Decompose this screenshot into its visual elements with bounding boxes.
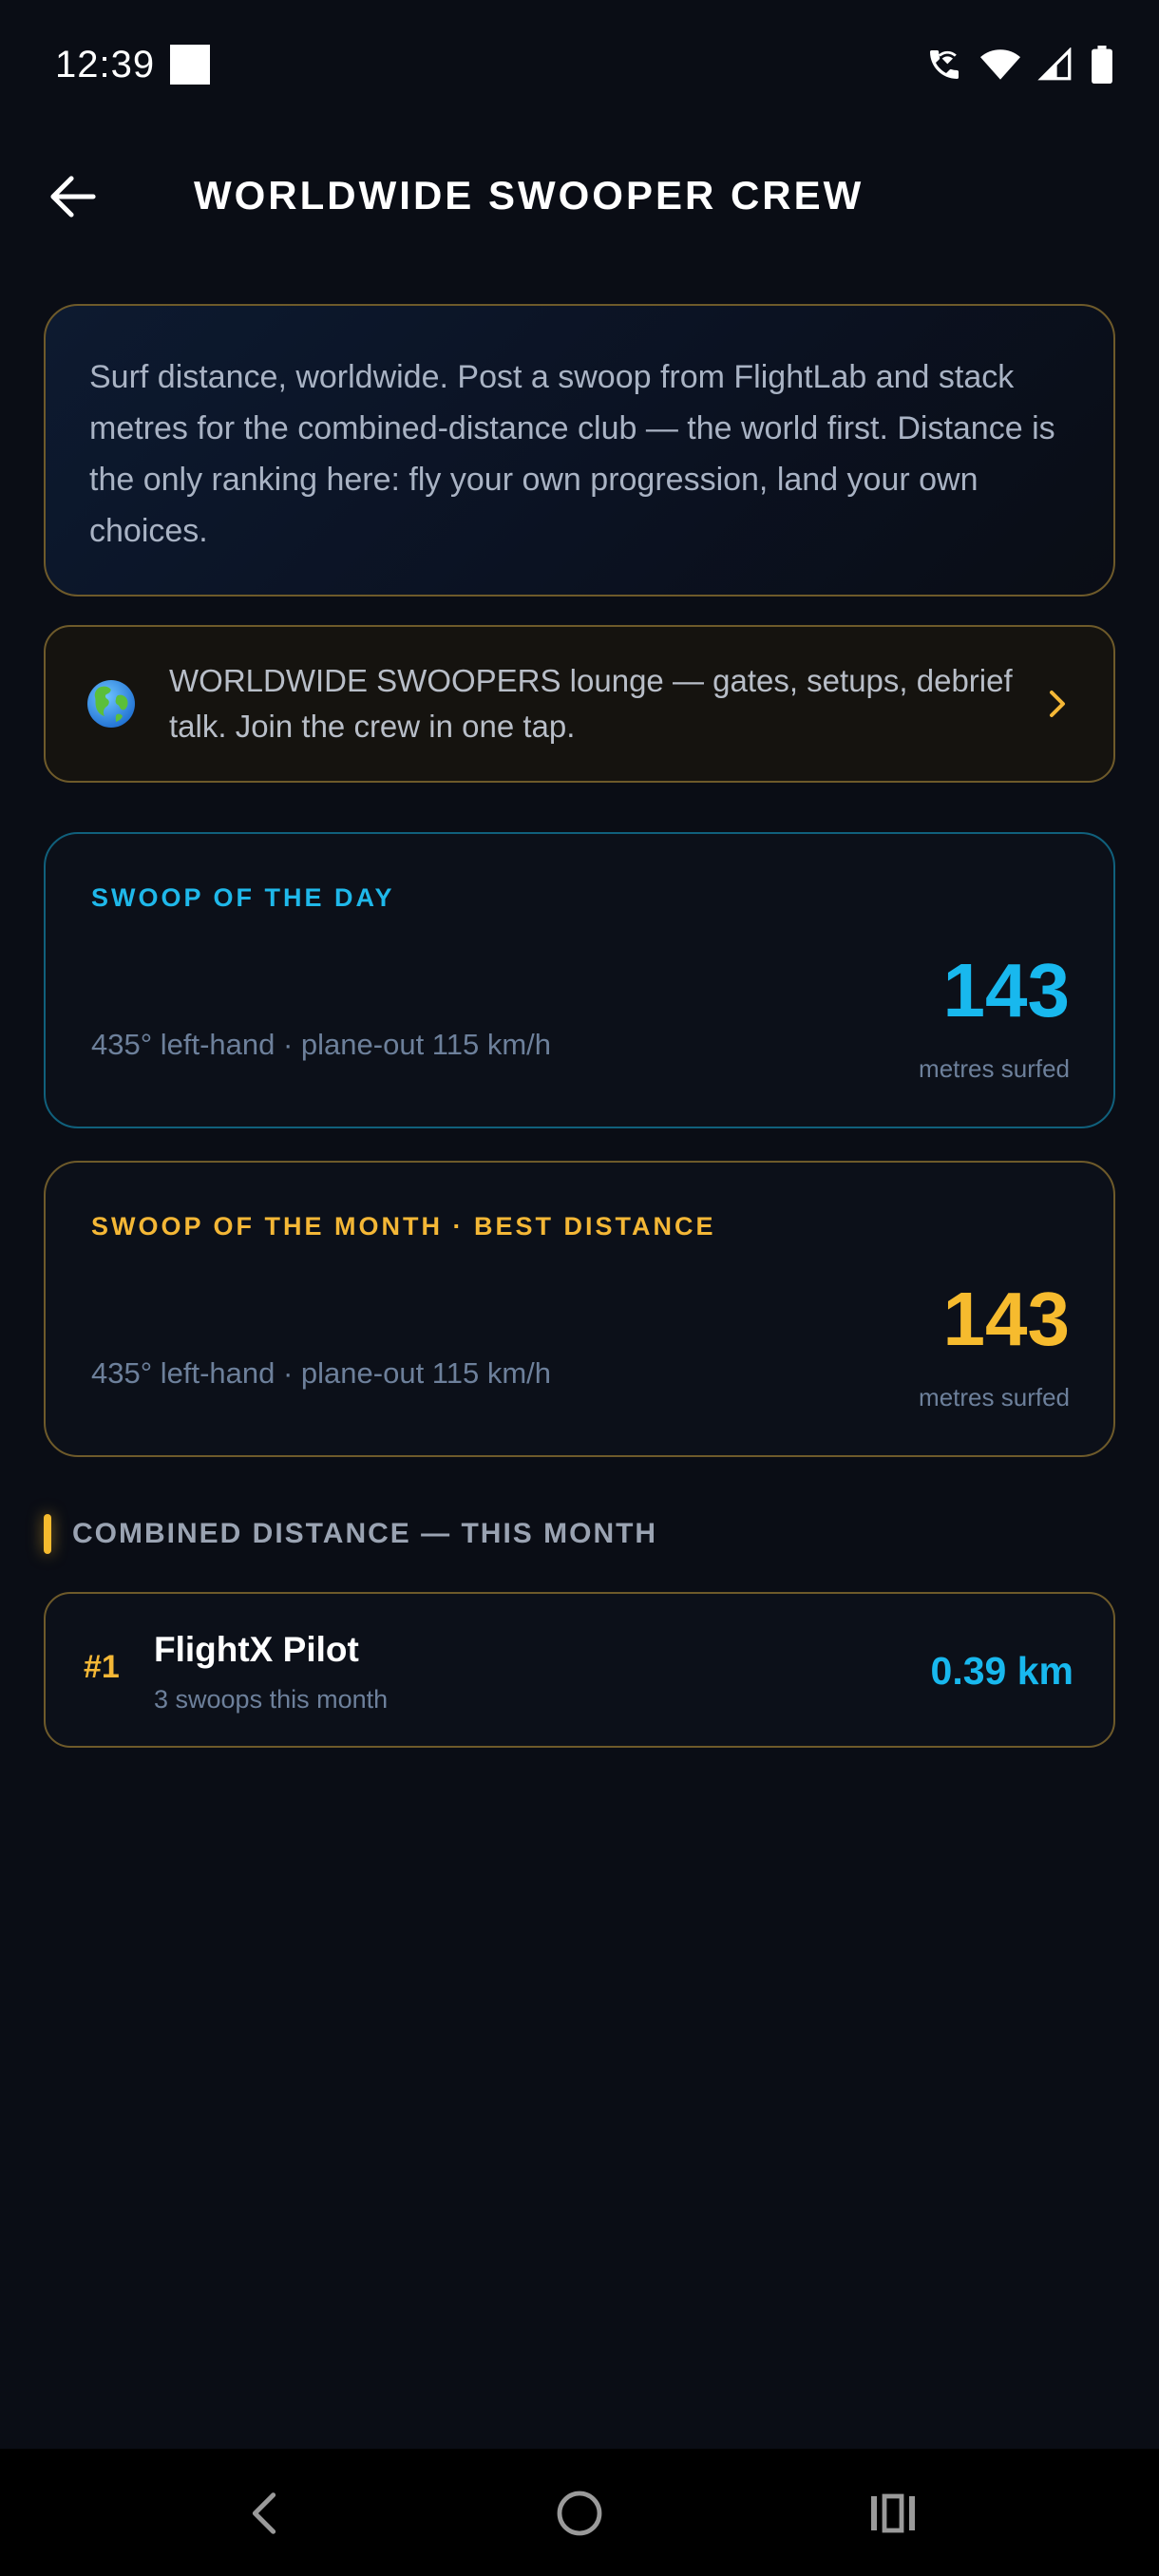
nav-home-icon: [557, 2491, 602, 2536]
swoop-of-the-month-detail: 435° left-hand · plane-out 115 km/h: [91, 1356, 552, 1390]
swoop-of-the-day-value: 143: [942, 948, 1070, 1032]
wifi-icon: [980, 49, 1020, 80]
page-title: WORLDWIDE SWOOPER CREW: [194, 173, 864, 218]
status-left: 12:39: [55, 43, 211, 86]
lounge-text: WORLDWIDE SWOOPERS lounge — gates, setup…: [169, 663, 1013, 744]
chevron-right-icon: [1050, 691, 1065, 717]
lounge-link-card[interactable]: WORLDWIDE SWOOPERS lounge — gates, setup…: [44, 625, 1115, 783]
notification-square-icon: [170, 45, 211, 85]
battery-icon: [1092, 46, 1112, 84]
swoop-of-the-day-card[interactable]: SWOOP OF THE DAY 435° left-hand · plane-…: [44, 832, 1115, 1128]
wifi-calling-icon: [930, 50, 959, 79]
combined-distance-header: COMBINED DISTANCE — THIS MONTH: [44, 1512, 657, 1556]
status-right: [925, 46, 1113, 84]
swoop-of-the-month-label: SWOOP OF THE MONTH · BEST DISTANCE: [91, 1212, 716, 1241]
swoop-of-the-month-unit: metres surfed: [919, 1383, 1070, 1411]
intro-text: Surf distance, worldwide. Post a swoop f…: [89, 359, 1055, 549]
nav-back-icon: [252, 2492, 276, 2534]
intro-card: Surf distance, worldwide. Post a swoop f…: [44, 304, 1115, 597]
nav-recents-button[interactable]: [864, 2485, 922, 2542]
top-app-bar: WORLDWIDE SWOOPER CREW: [0, 142, 1159, 251]
back-button[interactable]: [44, 167, 103, 226]
app-screen: 12:39 WORLDWIDE SWOOPER CREW Surf distan…: [0, 0, 1159, 2576]
section-title: COMBINED DISTANCE — THIS MONTH: [72, 1518, 658, 1549]
nav-recents-icon: [871, 2493, 915, 2533]
swoop-of-the-day-unit: metres surfed: [919, 1054, 1070, 1083]
leaderboard-row[interactable]: #1 FlightX Pilot 3 swoops this month 0.3…: [44, 1592, 1115, 1748]
leaderboard-distance: 0.39 km: [930, 1649, 1074, 1693]
leaderboard-pilot-name: FlightX Pilot: [154, 1630, 359, 1669]
nav-back-button[interactable]: [236, 2485, 293, 2542]
nav-home-button[interactable]: [551, 2485, 608, 2542]
signal-icon: [1037, 47, 1072, 81]
status-time: 12:39: [55, 43, 156, 85]
system-navigation-bar: [0, 2449, 1159, 2576]
arrow-left-icon: [50, 176, 96, 218]
swoop-of-the-month-card[interactable]: SWOOP OF THE MONTH · BEST DISTANCE 435° …: [44, 1161, 1115, 1457]
swoop-of-the-month-value: 143: [942, 1277, 1070, 1361]
swoop-of-the-day-detail: 435° left-hand · plane-out 115 km/h: [91, 1028, 552, 1061]
section-accent-bar: [44, 1514, 51, 1554]
leaderboard-rank: #1: [84, 1649, 120, 1685]
status-bar: 12:39: [0, 0, 1159, 129]
swoop-of-the-day-label: SWOOP OF THE DAY: [91, 883, 395, 912]
globe-icon: [87, 680, 135, 728]
leaderboard-swoop-count: 3 swoops this month: [154, 1685, 389, 1714]
